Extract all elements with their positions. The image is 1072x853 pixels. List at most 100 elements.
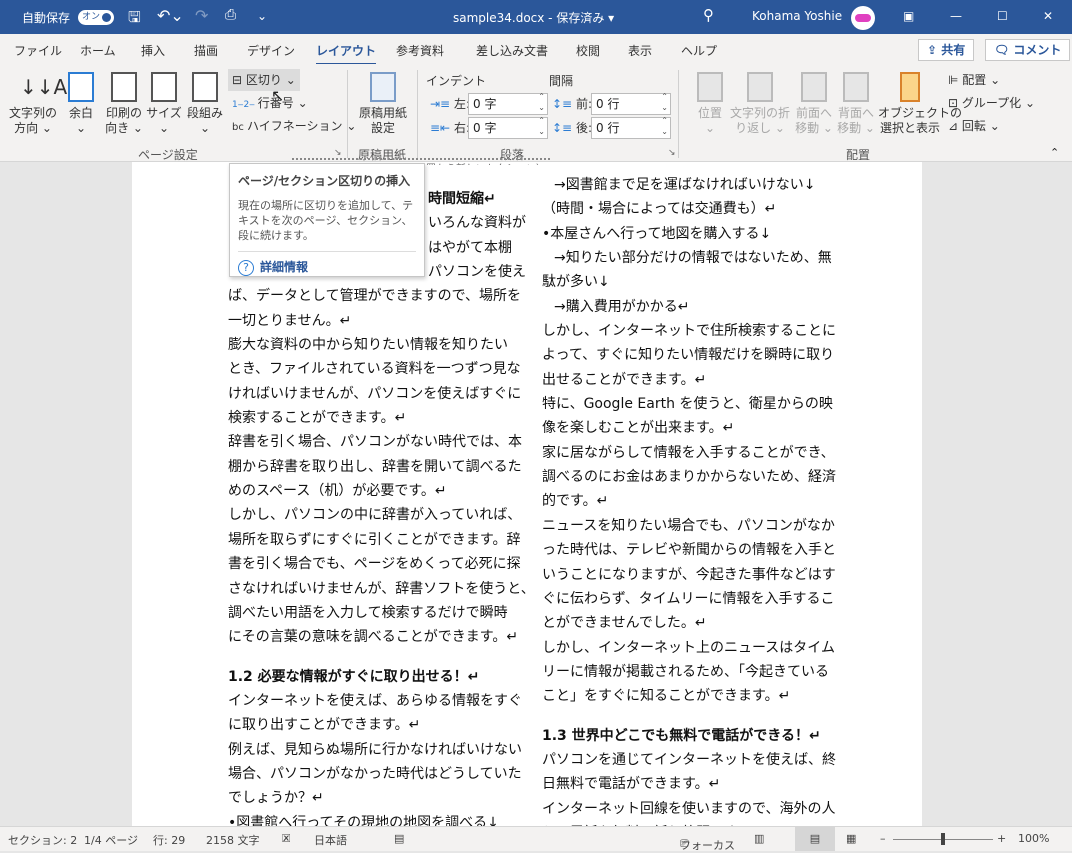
margins-icon	[68, 72, 94, 102]
spacing-before-input[interactable]: 0 行	[591, 91, 671, 115]
status-page[interactable]: 1/4 ページ	[84, 832, 138, 848]
send-backward-label: 背面へ 移動 ⌄	[837, 106, 875, 135]
tab-view[interactable]: 表示	[628, 42, 652, 59]
position-button[interactable]: 位置 ⌄	[690, 72, 730, 136]
columns-button[interactable]: 段組み ⌄	[184, 72, 226, 136]
text-line: 書を引く場合でも、ページをめくって必死に探	[228, 556, 521, 573]
status-word-count[interactable]: 2158 文字	[206, 832, 260, 848]
share-button[interactable]: ⇪ 共有	[918, 39, 975, 61]
minimize-icon[interactable]: —	[950, 9, 962, 23]
undo-icon[interactable]: ↶⌄	[157, 6, 184, 25]
read-mode-icon[interactable]: ▥	[754, 832, 764, 845]
right-column[interactable]: →図書館まで足を運ばなければいけない↓ （時間・場合によっては交通費も）↵ •本屋さ…	[542, 173, 836, 845]
collapse-ribbon-icon[interactable]: ⌃	[1050, 146, 1059, 159]
save-icon[interactable]: 🖫	[128, 7, 141, 32]
position-icon	[697, 72, 723, 102]
text-line: とき、ファイルされている資料を一つずつ見な	[228, 361, 521, 378]
zoom-out-button[interactable]: –	[880, 832, 886, 845]
rotate-icon: ⊿	[948, 119, 962, 133]
group-button[interactable]: ⊡ グループ化 ⌄	[944, 92, 1039, 114]
text-line: パソコンを通じてインターネットを使えば、終	[542, 751, 836, 768]
heading: 1.2 必要な情報がすぐに取り出せる！↵	[228, 668, 480, 685]
document-title[interactable]: sample34.docx - 保存済み ▾	[453, 9, 614, 26]
text-line: ければいけませんが、パソコンを使えばすぐに	[228, 385, 522, 402]
share-label: 共有	[941, 43, 966, 57]
send-backward-icon	[843, 72, 869, 102]
bring-forward-button[interactable]: 前面へ 移動 ⌄	[794, 72, 834, 136]
print-layout-icon[interactable]: ▤	[795, 827, 835, 851]
heading: 1.3 世界中どこでも無料で電話ができる！↵	[542, 727, 821, 744]
spacing-after-icon: ↕≡	[552, 121, 576, 135]
paragraph-dialog-launcher-icon[interactable]: ↘	[668, 148, 676, 158]
page-setup-dialog-launcher-icon[interactable]: ↘	[334, 148, 342, 158]
status-line[interactable]: 行: 29	[153, 832, 185, 848]
zoom-slider-thumb[interactable]	[941, 833, 945, 845]
orientation-icon	[111, 72, 137, 102]
align-button[interactable]: ⊫ 配置 ⌄	[944, 69, 1004, 91]
genko-settings-button[interactable]: 原稿用紙 設定	[355, 72, 411, 136]
search-icon[interactable]: ⚲	[703, 6, 714, 24]
tab-design[interactable]: デザイン	[247, 42, 295, 59]
send-backward-button[interactable]: 背面へ 移動 ⌄	[836, 72, 876, 136]
line-numbers-button[interactable]: 1‒2‒ 行番号 ⌄	[228, 92, 312, 114]
align-icon: ⊫	[948, 73, 963, 87]
ribbon-display-icon[interactable]: ▣	[903, 9, 914, 23]
comment-button[interactable]: 🗨 コメント	[985, 39, 1071, 61]
size-button[interactable]: サイズ ⌄	[146, 72, 182, 136]
indent-right-icon: ≡⇤	[430, 121, 454, 135]
customize-qat-icon[interactable]: ⌄	[257, 9, 267, 23]
columns-label: 段組み ⌄	[186, 106, 223, 135]
selection-pane-button[interactable]: オブジェクトの 選択と表示	[878, 72, 962, 136]
user-name[interactable]: Kohama Yoshie	[752, 9, 842, 23]
text-line: 調べるのにお金はあまりかからないため、経済	[542, 469, 836, 486]
web-layout-icon[interactable]: ▦	[846, 832, 856, 845]
redo-icon[interactable]: ↷	[195, 6, 208, 25]
zoom-in-button[interactable]: +	[997, 832, 1006, 845]
text-line: インターネットを使えば、あらゆる情報をすぐ	[228, 692, 522, 709]
tab-review[interactable]: 校閲	[576, 42, 600, 59]
text-line: しかし、インターネットで住所検索することに	[542, 323, 836, 340]
rotate-button[interactable]: ⊿ 回転 ⌄	[944, 115, 1004, 137]
display-settings-icon[interactable]: ▤	[394, 832, 404, 845]
avatar[interactable]	[851, 6, 875, 30]
tab-draw[interactable]: 描画	[194, 42, 218, 59]
tab-file[interactable]: ファイル	[14, 42, 62, 59]
tab-layout[interactable]: レイアウト	[316, 42, 377, 66]
zoom-level[interactable]: 100%	[1018, 832, 1049, 845]
separator	[678, 70, 679, 158]
text-line: しかし、パソコンの中に辞書が入っていれば、	[228, 507, 522, 524]
wrap-text-button[interactable]: 文字列の折 り返し ⌄	[728, 72, 792, 136]
title-bar: 自動保存 オン 🖫 ↶⌄ ↷ ⎙ ⌄ sample34.docx - 保存済み …	[0, 0, 1072, 34]
orientation-button[interactable]: 印刷の 向き ⌄	[104, 72, 144, 136]
margins-button[interactable]: 余白 ⌄	[64, 72, 98, 136]
status-language[interactable]: 日本語	[314, 832, 347, 848]
tab-home[interactable]: ホーム	[80, 42, 116, 59]
text-line: しかし、インターネット上のニュースはタイム	[542, 639, 836, 656]
tab-mailings[interactable]: 差し込み文書	[476, 42, 548, 59]
proofing-icon[interactable]: 🗷	[282, 832, 290, 846]
maximize-icon[interactable]: ☐	[997, 9, 1008, 23]
autosave-toggle[interactable]: オン	[78, 10, 114, 25]
hyphenation-button[interactable]: bc ハイフネーション ⌄	[228, 115, 360, 137]
zoom-slider[interactable]	[893, 833, 993, 845]
margins-label: 余白 ⌄	[68, 106, 93, 135]
orientation-label: 印刷の 向き ⌄	[105, 106, 143, 135]
share-icon: ⇪	[927, 43, 942, 57]
close-icon[interactable]: ✕	[1043, 9, 1053, 23]
text-line: 日無料で電話ができます。↵	[542, 776, 721, 793]
indent-left-input[interactable]: 0 字	[468, 91, 548, 115]
autosave-label: 自動保存	[22, 11, 71, 25]
text-direction-button[interactable]: ↓↓A 文字列の 方向 ⌄	[8, 72, 67, 136]
comment-icon: 🗨	[994, 43, 1014, 57]
breaks-button[interactable]: ⊟ 区切り ⌄	[228, 69, 300, 91]
arrange-group-label: 配置	[846, 148, 871, 162]
tooltip-more-info-link[interactable]: ? 詳細情報	[238, 258, 416, 276]
spacing-after-input[interactable]: 0 行	[591, 115, 671, 139]
status-section[interactable]: セクション: 2	[8, 832, 77, 848]
indent-right-input[interactable]: 0 字	[468, 115, 548, 139]
tab-references[interactable]: 参考資料	[396, 42, 444, 59]
text-line: 出せることができます。↵	[542, 371, 707, 388]
tab-insert[interactable]: 挿入	[141, 42, 165, 59]
print-preview-icon[interactable]: ⎙	[225, 7, 236, 23]
tab-help[interactable]: ヘルプ	[681, 42, 717, 59]
